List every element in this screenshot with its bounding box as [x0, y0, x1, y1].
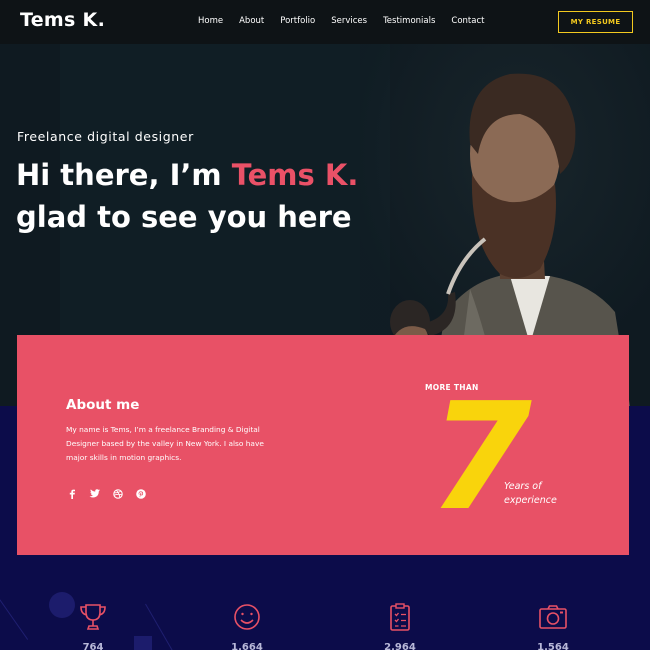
about-text: My name is Tems, I’m a freelance Brandin…	[66, 425, 264, 462]
stat-value-clipboard: 2,964	[384, 642, 416, 650]
years-of-experience: Years of experience	[504, 480, 557, 508]
stat-value-smile: 1,664	[231, 642, 263, 650]
dribbble-icon[interactable]	[112, 488, 123, 499]
nav-item-contact[interactable]: Contact	[451, 16, 484, 26]
nav-item-testimonials[interactable]: Testimonials	[383, 16, 435, 26]
stat-value-camera: 1,564	[537, 642, 569, 650]
decorative-square	[134, 636, 152, 650]
stat-value-trophy: 764	[82, 642, 104, 650]
nav-item-portfolio[interactable]: Portfolio	[280, 16, 315, 26]
twitter-icon[interactable]	[89, 488, 100, 499]
hero-headline: Hi there, I’m Tems K. glad to see you he…	[16, 154, 358, 238]
site-logo[interactable]: Tems K.	[20, 9, 105, 31]
nav-item-home[interactable]: Home	[198, 16, 223, 26]
headline-greeting: Hi there, I’m	[16, 158, 232, 192]
hero-headline-line1: Hi there, I’m Tems K.	[16, 154, 358, 196]
clipboard-icon	[390, 603, 410, 631]
nav-item-about[interactable]: About	[239, 16, 264, 26]
headline-name: Tems K.	[231, 158, 359, 192]
pinterest-icon[interactable]	[135, 488, 146, 499]
trophy-icon	[80, 604, 106, 630]
years-label-line1: Years of	[504, 481, 542, 492]
camera-icon	[539, 605, 567, 629]
nav-menu: Home About Portfolio Services Testimonia…	[198, 16, 500, 26]
years-label-line2: experience	[504, 495, 557, 506]
hero-headline-line2: glad to see you here	[16, 200, 352, 234]
about-card: About me My name is Tems, I’m a freelanc…	[17, 335, 629, 555]
about-title: About me	[66, 397, 140, 413]
my-resume-button[interactable]: MY RESUME	[558, 11, 633, 33]
smile-icon	[234, 604, 260, 630]
decorative-circle	[49, 592, 75, 618]
social-links	[66, 488, 146, 499]
years-number: 7	[429, 371, 532, 543]
top-navbar: Tems K. Home About Portfolio Services Te…	[0, 0, 650, 44]
nav-item-services[interactable]: Services	[331, 16, 367, 26]
facebook-icon[interactable]	[66, 488, 77, 499]
hero-kicker: Freelance digital designer	[17, 129, 194, 144]
